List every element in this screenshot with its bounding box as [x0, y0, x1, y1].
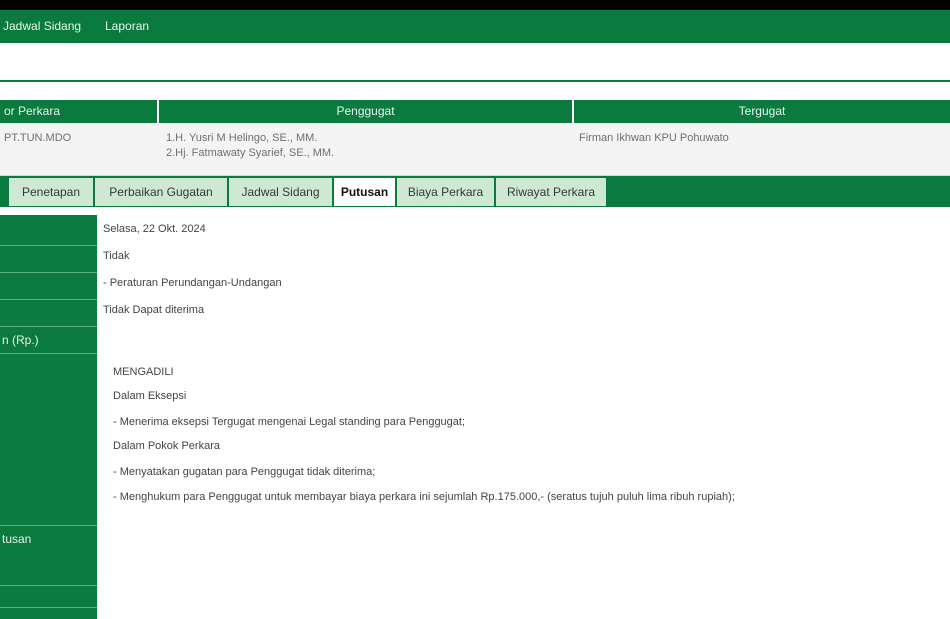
label-cell	[0, 215, 97, 246]
tab-perbaikan-gugatan[interactable]: Perbaikan Gugatan	[95, 178, 228, 206]
header-nomor-perkara: or Perkara	[0, 100, 157, 123]
label-cell	[0, 354, 97, 526]
ruling-line: Dalam Eksepsi	[113, 390, 187, 402]
ruling-line: - Menerima eksepsi Tergugat mengenai Leg…	[113, 416, 466, 428]
tab-bar: Penetapan Perbaikan Gugatan Jadwal Sidan…	[0, 176, 950, 207]
label-cell	[0, 246, 97, 273]
value-amar: Tidak Dapat diterima	[103, 304, 205, 316]
top-navigation: Jadwal Sidang Laporan	[0, 10, 950, 43]
ruling-line: Dalam Pokok Perkara	[113, 440, 220, 452]
page: Jadwal Sidang Laporan or Perkara Penggug…	[0, 10, 950, 619]
label-cell	[0, 586, 97, 608]
content-band	[0, 43, 950, 81]
penggugat-1: 1.H. Yusri M Helingo, SE., MM.	[166, 132, 318, 144]
ruling-line: MENGADILI	[113, 366, 174, 378]
header-penggugat: Penggugat	[159, 100, 572, 123]
value-dasar-hukum: - Peraturan Perundangan-Undangan	[103, 277, 282, 289]
value-status: Tidak	[103, 250, 130, 262]
cell-penggugat: 1.H. Yusri M Helingo, SE., MM. 2.Hj. Fat…	[166, 131, 334, 161]
label-putusan: tusan	[0, 526, 97, 586]
ruling-line: - Menghukum para Penggugat untuk membaya…	[113, 491, 735, 503]
tab-jadwal-sidang[interactable]: Jadwal Sidang	[229, 178, 333, 206]
tab-biaya-perkara[interactable]: Biaya Perkara	[397, 178, 495, 206]
tab-penetapan[interactable]: Penetapan	[9, 178, 94, 206]
divider	[0, 80, 950, 82]
cell-tergugat: Firman Ikhwan KPU Pohuwato	[579, 132, 729, 144]
tab-putusan[interactable]: Putusan	[334, 178, 396, 206]
value-tanggal-putusan: Selasa, 22 Okt. 2024	[103, 223, 206, 235]
table-row: PT.TUN.MDO 1.H. Yusri M Helingo, SE., MM…	[0, 123, 950, 176]
tab-riwayat-perkara[interactable]: Riwayat Perkara	[496, 178, 607, 206]
ruling-line: - Menyatakan gugatan para Penggugat tida…	[113, 466, 376, 478]
detail-label-column: n (Rp.) tusan	[0, 215, 97, 619]
header-tergugat: Tergugat	[574, 100, 950, 123]
nav-item-jadwal-sidang[interactable]: Jadwal Sidang	[3, 19, 81, 33]
label-cell	[0, 273, 97, 300]
nav-item-laporan[interactable]: Laporan	[105, 19, 149, 33]
penggugat-2: 2.Hj. Fatmawaty Syarief, SE., MM.	[166, 147, 335, 159]
label-jumlah: n (Rp.)	[0, 327, 97, 354]
cell-nomor-perkara: PT.TUN.MDO	[4, 132, 72, 144]
label-cell	[0, 300, 97, 327]
